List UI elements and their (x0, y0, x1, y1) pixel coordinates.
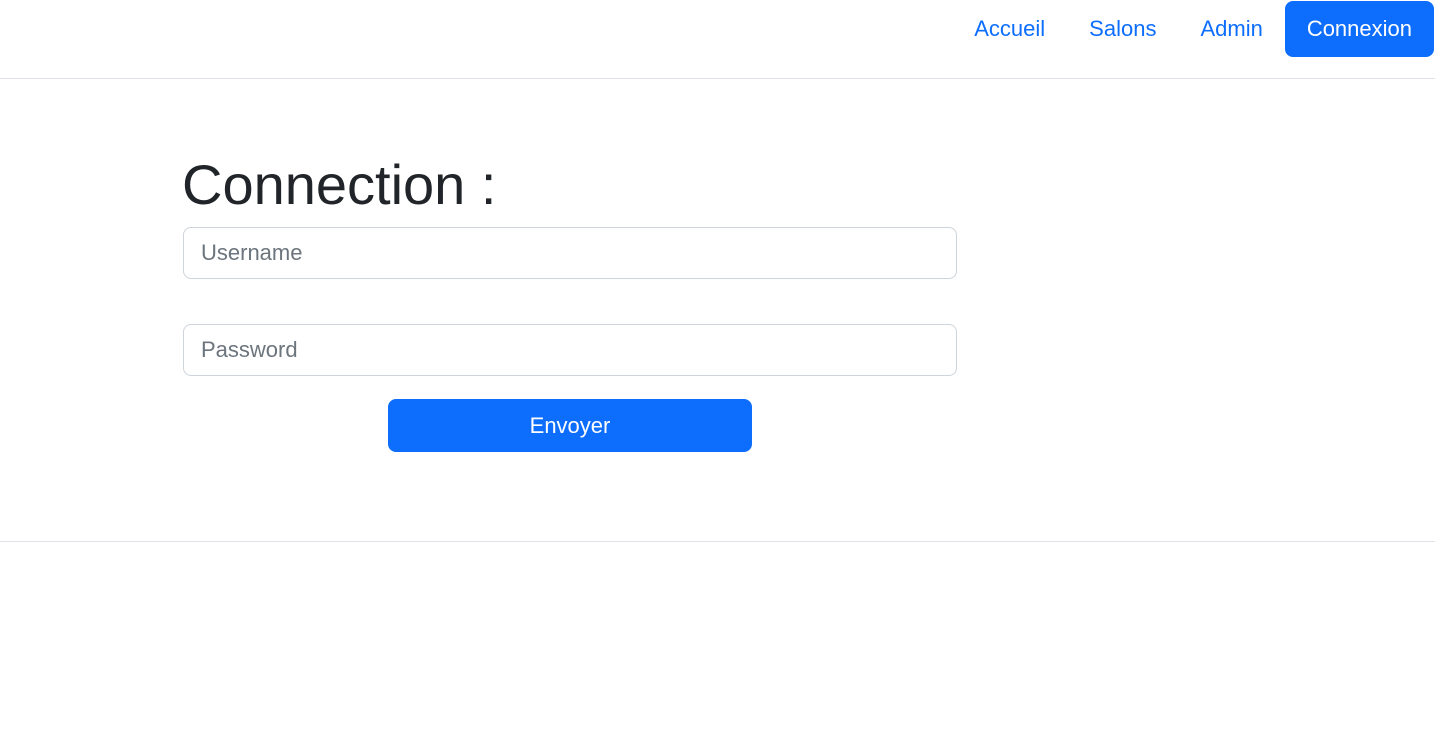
nav-link-connexion[interactable]: Connexion (1284, 1, 1434, 57)
password-input[interactable] (183, 324, 957, 376)
nav-item-connexion: Connexion (1284, 1, 1434, 57)
nav-link-accueil[interactable]: Accueil (952, 1, 1067, 57)
nav-link-salons[interactable]: Salons (1067, 1, 1178, 57)
nav-item-admin: Admin (1178, 1, 1284, 57)
nav-list: Accueil Salons Admin Connexion (952, 1, 1434, 57)
nav-item-salons: Salons (1067, 1, 1178, 57)
nav-item-accueil: Accueil (952, 1, 1067, 57)
submit-button[interactable]: Envoyer (388, 399, 752, 452)
top-navbar: Accueil Salons Admin Connexion (0, 0, 1435, 79)
main-content: Connection : Envoyer (0, 80, 1435, 542)
username-input[interactable] (183, 227, 957, 279)
page-title: Connection : (182, 153, 497, 216)
nav-link-admin[interactable]: Admin (1178, 1, 1284, 57)
